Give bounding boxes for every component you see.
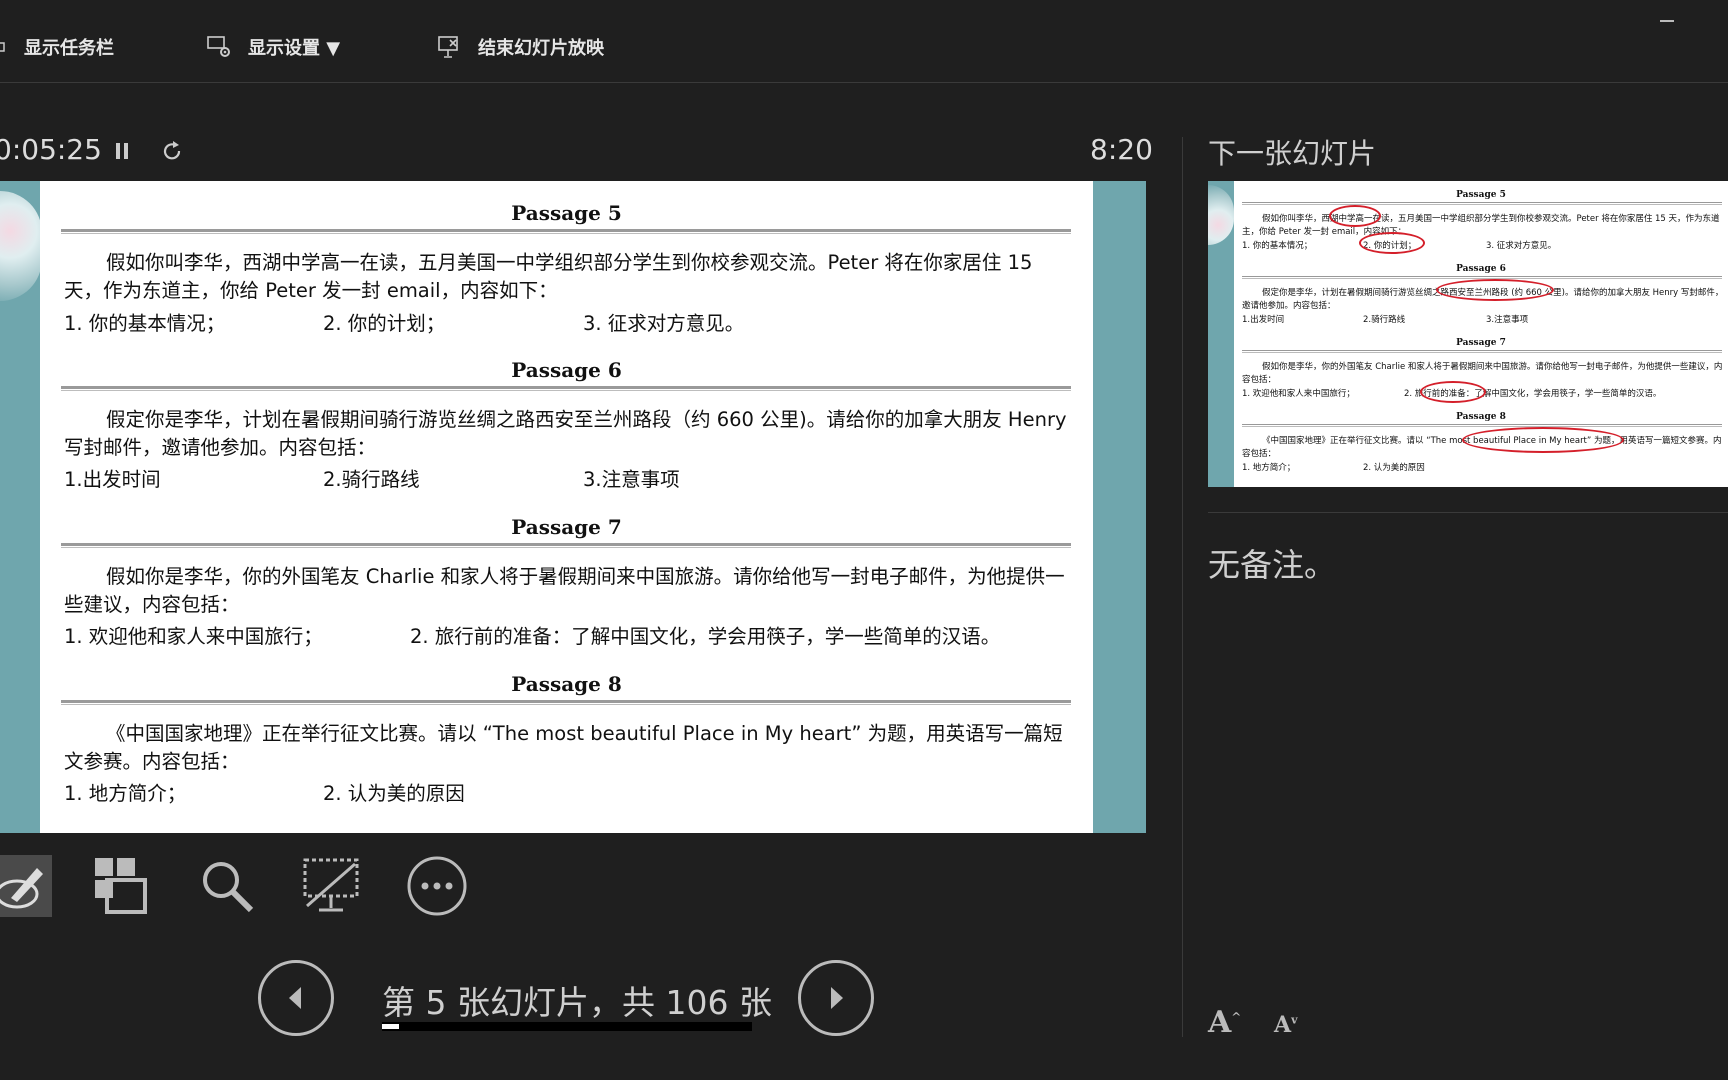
- zoom-icon[interactable]: [196, 855, 258, 917]
- passage-title: Passage 7: [511, 515, 622, 539]
- pen-icon[interactable]: [0, 855, 52, 917]
- pane-divider: [1182, 137, 1183, 1037]
- flower-decoration: [0, 191, 42, 301]
- list-item: 2. 旅行前的准备：了解中国文化，学会用筷子，学一些简单的汉语。: [410, 625, 1001, 648]
- thumb-passage-text: 假如你叫李华，西湖中学高一在读，五月美国一中学组织部分学生到你校参观交流。Pet…: [1242, 214, 1720, 237]
- list-item: 1. 你的基本情况；: [64, 312, 226, 335]
- minimize-icon[interactable]: [1660, 20, 1674, 22]
- annotation-oval: [1420, 381, 1486, 403]
- divider: [61, 386, 1071, 391]
- font-decrease-icon[interactable]: Av: [1274, 1012, 1297, 1038]
- list-item: 2. 认为美的原因: [323, 782, 465, 805]
- thumb-list-item: 1. 地方简介；: [1242, 463, 1296, 473]
- list-item: 3.注意事项: [583, 468, 680, 491]
- thumb-passage-title: Passage 7: [1456, 338, 1506, 348]
- passage-text: 《中国国家地理》正在举行征文比赛。请以 “The most beautiful …: [64, 722, 1063, 773]
- show-taskbar-button[interactable]: 显示任务栏: [0, 34, 114, 60]
- end-show-icon: [436, 34, 462, 60]
- end-show-button[interactable]: 结束幻灯片放映: [436, 34, 604, 60]
- next-slide-thumbnail[interactable]: Passage 5 假如你叫李华，西湖中学高一在读，五月美国一中学组织部分学生到…: [1208, 181, 1728, 487]
- taskbar-icon: [0, 34, 8, 60]
- thumb-list-item: 3.注意事项: [1486, 315, 1529, 325]
- black-screen-icon[interactable]: [300, 855, 362, 917]
- passage-title: Passage 6: [511, 358, 622, 382]
- divider: [1242, 424, 1722, 427]
- display-settings-icon: [206, 34, 232, 60]
- passage-text: 假定你是李华，计划在暑假期间骑行游览丝绸之路西安至兰州路段（约 660 公里)。…: [64, 408, 1067, 459]
- annotation-oval: [1359, 232, 1425, 254]
- thumb-list-item: 1. 欢迎他和家人来中国旅行；: [1242, 389, 1355, 399]
- divider: [61, 229, 1071, 234]
- list-item: 1.出发时间: [64, 468, 161, 491]
- flower-decoration: [1208, 185, 1234, 245]
- passage-title: Passage 8: [511, 672, 622, 696]
- restart-icon[interactable]: [160, 138, 186, 164]
- thumbnail-page: Passage 5 假如你叫李华，西湖中学高一在读，五月美国一中学组织部分学生到…: [1234, 181, 1728, 487]
- passage-text: 假如你叫李华，西湖中学高一在读，五月美国一中学组织部分学生到你校参观交流。Pet…: [64, 251, 1033, 302]
- next-slide-button[interactable]: [798, 960, 874, 1036]
- passage-text: 假如你是李华，你的外国笔友 Charlie 和家人将于暑假期间来中国旅游。请你给…: [64, 565, 1065, 616]
- prev-slide-button[interactable]: [258, 960, 334, 1036]
- show-taskbar-label: 显示任务栏: [24, 38, 114, 59]
- more-icon[interactable]: [406, 855, 468, 917]
- clock: 8:20: [1090, 133, 1153, 166]
- pause-icon[interactable]: [110, 138, 136, 164]
- annotation-oval: [1462, 427, 1624, 453]
- list-item: 2.骑行路线: [323, 468, 420, 491]
- passage-title: Passage 5: [511, 201, 622, 225]
- thumb-list-item: 2.骑行路线: [1363, 315, 1406, 325]
- thumb-passage-text: 假如你是李华，你的外国笔友 Charlie 和家人将于暑假期间来中国旅游。请你给…: [1242, 362, 1723, 385]
- list-item: 3. 征求对方意见。: [583, 312, 745, 335]
- notes-divider: [1208, 512, 1728, 513]
- thumb-list-item: 3. 征求对方意见。: [1486, 241, 1557, 251]
- list-item: 1. 地方简介；: [64, 782, 187, 805]
- annotation-oval: [1329, 205, 1381, 227]
- speaker-notes: 无备注。: [1208, 546, 1337, 584]
- elapsed-timer: 0:05:25: [0, 133, 102, 166]
- presenter-toolbar: 显示任务栏 显示设置 ▼ 结束幻灯片放映: [0, 0, 1728, 83]
- slide-counter: 第 5 张幻灯片，共 106 张: [382, 983, 772, 1022]
- thumb-list-item: 1. 你的基本情况；: [1242, 241, 1313, 251]
- current-slide[interactable]: Passage 5 假如你叫李华，西湖中学高一在读，五月美国一中学组织部分学生到…: [0, 181, 1146, 833]
- list-item: 2. 你的计划；: [323, 312, 446, 335]
- end-show-label: 结束幻灯片放映: [478, 38, 604, 59]
- divider: [61, 700, 1071, 705]
- slide-progress-fill: [382, 1024, 400, 1029]
- display-settings-label: 显示设置 ▼: [248, 38, 341, 59]
- thumb-passage-title: Passage 8: [1456, 412, 1506, 422]
- slide-page: Passage 5 假如你叫李华，西湖中学高一在读，五月美国一中学组织部分学生到…: [40, 181, 1093, 833]
- prev-icon: [289, 987, 301, 1009]
- slide-progress-bar: [382, 1022, 752, 1031]
- slides-grid-icon[interactable]: [90, 855, 152, 917]
- thumb-list-item: 1.出发时间: [1242, 315, 1285, 325]
- thumb-passage-title: Passage 6: [1456, 264, 1506, 274]
- list-item: 1. 欢迎他和家人来中国旅行；: [64, 625, 323, 648]
- next-icon: [831, 987, 843, 1009]
- next-slide-label: 下一张幻灯片: [1208, 137, 1377, 170]
- display-settings-button[interactable]: 显示设置 ▼: [206, 34, 340, 60]
- font-increase-icon[interactable]: A^: [1208, 1005, 1241, 1040]
- annotation-oval: [1436, 279, 1554, 301]
- divider: [61, 543, 1071, 548]
- divider: [1242, 350, 1722, 353]
- thumb-passage-title: Passage 5: [1456, 190, 1506, 200]
- divider: [1242, 202, 1722, 205]
- thumb-list-item: 2. 认为美的原因: [1363, 463, 1425, 473]
